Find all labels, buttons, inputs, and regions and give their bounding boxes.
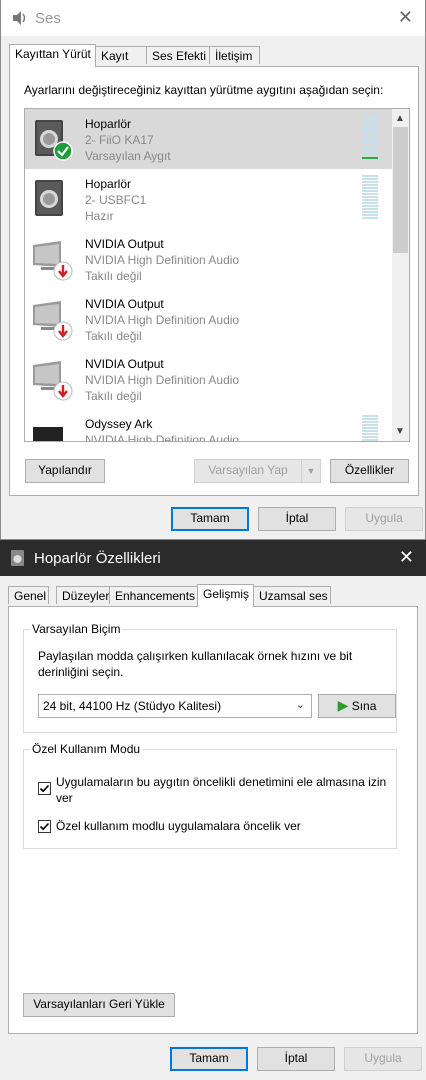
format-select-value: 24 bit, 44100 Hz (Stüdyo Kalitesi) (43, 699, 222, 713)
list-item[interactable]: Odyssey Ark NVIDIA High Definition Audio (25, 409, 392, 442)
tab-communications[interactable]: İletişim (209, 46, 260, 64)
device-subtitle: NVIDIA High Definition Audio (85, 373, 240, 387)
list-item[interactable]: NVIDIA Output NVIDIA High Definition Aud… (25, 349, 392, 409)
device-list[interactable]: Hoparlör 2- FiiO KA17 Varsayılan Aygıt H… (24, 108, 410, 442)
speaker-icon (35, 120, 73, 161)
close-icon[interactable]: ✕ (398, 8, 413, 26)
volume-meter (362, 115, 378, 161)
monitor-icon (33, 361, 73, 401)
volume-meter (362, 415, 378, 441)
device-name: NVIDIA Output (85, 357, 164, 371)
window-title: Hoparlör Özellikleri (34, 550, 161, 567)
tab-playback[interactable]: Kayıttan Yürüt (9, 44, 96, 67)
configure-button[interactable]: Yapılandır (25, 459, 105, 483)
tab-levels[interactable]: Düzeyler (56, 586, 110, 604)
list-item[interactable]: Hoparlör 2- USBFC1 Hazır (25, 169, 392, 229)
device-subtitle: 2- FiiO KA17 (85, 133, 154, 147)
sound-dialog: Ses ✕ Kayıttan Yürüt Kayıt Ses Efekti İl… (0, 0, 426, 540)
check-icon (39, 822, 50, 831)
apply-button[interactable]: Uygula (345, 507, 423, 531)
device-name: Hoparlör (85, 177, 132, 191)
exclusive-mode-group: Özel Kullanım Modu Uygulamaların bu aygı… (23, 742, 397, 849)
set-default-dropdown[interactable]: ▼ (301, 459, 321, 483)
list-item[interactable]: NVIDIA Output NVIDIA High Definition Aud… (25, 229, 392, 289)
device-subtitle: NVIDIA High Definition Audio (85, 313, 240, 327)
format-select[interactable]: 24 bit, 44100 Hz (Stüdyo Kalitesi) ⌄ (38, 694, 312, 718)
speaker-properties-dialog: Hoparlör Özellikleri ✕ Genel Düzeyler En… (0, 540, 426, 1080)
list-item[interactable]: Hoparlör 2- FiiO KA17 Varsayılan Aygıt (25, 109, 392, 169)
monitor-icon (33, 241, 73, 281)
list-scrollbar[interactable]: ▲ ▼ (392, 109, 409, 441)
device-name: Odyssey Ark (85, 417, 153, 431)
default-format-group: Varsayılan Biçim Paylaşılan modda çalışı… (23, 622, 397, 733)
window-title: Ses (35, 10, 61, 27)
exclusive-priority-checkbox[interactable] (38, 820, 51, 833)
tab-sound-effects[interactable]: Ses Efekti (146, 46, 210, 64)
device-name: Hoparlör (85, 117, 132, 131)
cancel-button[interactable]: İptal (258, 507, 336, 531)
test-button-label: Sına (351, 699, 377, 713)
ok-button[interactable]: Tamam (171, 507, 249, 531)
tab-strip: Kayıttan Yürüt Kayıt Ses Efekti İletişim (9, 44, 409, 67)
list-item[interactable]: NVIDIA Output NVIDIA High Definition Aud… (25, 289, 392, 349)
advanced-panel: Varsayılan Biçim Paylaşılan modda çalışı… (8, 606, 418, 1034)
speaker-app-icon (11, 550, 24, 566)
close-icon[interactable]: ✕ (399, 548, 414, 566)
exclusive-mode-label: Özel Kullanım Modu (30, 742, 143, 756)
instruction-text: Ayarlarını değiştireceğiniz kayıttan yür… (24, 83, 384, 97)
tab-strip: Genel Düzeyler Enhancements Gelişmiş Uza… (8, 584, 338, 607)
restore-defaults-button[interactable]: Varsayılanları Geri Yükle (23, 993, 175, 1017)
volume-meter (362, 175, 378, 221)
tab-enhancements[interactable]: Enhancements (109, 586, 198, 604)
set-default-button[interactable]: Varsayılan Yap (194, 459, 302, 483)
device-name: NVIDIA Output (85, 237, 164, 251)
default-format-description: Paylaşılan modda çalışırken kullanılacak… (38, 649, 353, 679)
cancel-button[interactable]: İptal (257, 1047, 335, 1071)
tab-recording[interactable]: Kayıt (95, 46, 147, 64)
device-subtitle: NVIDIA High Definition Audio (85, 433, 240, 442)
device-status: Takılı değil (85, 269, 142, 283)
play-icon: ▶ (337, 697, 349, 713)
speaker-icon (35, 180, 63, 216)
scroll-up-icon[interactable]: ▲ (395, 113, 405, 124)
chevron-down-icon: ⌄ (295, 699, 305, 711)
tab-advanced[interactable]: Gelişmiş (197, 584, 254, 607)
device-status: Hazır (85, 209, 114, 223)
check-icon (39, 784, 50, 793)
ok-button[interactable]: Tamam (170, 1047, 248, 1071)
default-format-label: Varsayılan Biçim (30, 622, 123, 636)
scrollbar-thumb[interactable] (393, 127, 408, 253)
exclusive-control-checkbox[interactable] (38, 782, 51, 795)
title-bar[interactable]: Ses ✕ (1, 0, 425, 36)
speaker-app-icon (13, 11, 26, 25)
scroll-down-icon[interactable]: ▼ (395, 426, 405, 437)
chevron-down-icon: ▼ (306, 466, 316, 476)
monitor-icon (33, 301, 73, 341)
device-subtitle: 2- USBFC1 (85, 193, 147, 207)
device-name: NVIDIA Output (85, 297, 164, 311)
device-subtitle: NVIDIA High Definition Audio (85, 253, 240, 267)
title-bar[interactable]: Hoparlör Özellikleri ✕ (0, 540, 426, 576)
exclusive-priority-label: Özel kullanım modlu uygulamalara öncelik… (56, 819, 301, 833)
properties-button[interactable]: Özellikler (330, 459, 409, 483)
tab-spatial-sound[interactable]: Uzamsal ses (253, 586, 331, 604)
device-status: Takılı değil (85, 389, 142, 403)
monitor-icon (33, 427, 63, 441)
device-status: Varsayılan Aygıt (85, 149, 171, 163)
tab-general[interactable]: Genel (8, 586, 49, 604)
apply-button[interactable]: Uygula (344, 1047, 422, 1071)
test-button[interactable]: ▶ Sına (318, 694, 396, 718)
device-status: Takılı değil (85, 329, 142, 343)
exclusive-control-label: Uygulamaların bu aygıtın öncelikli denet… (56, 775, 387, 805)
